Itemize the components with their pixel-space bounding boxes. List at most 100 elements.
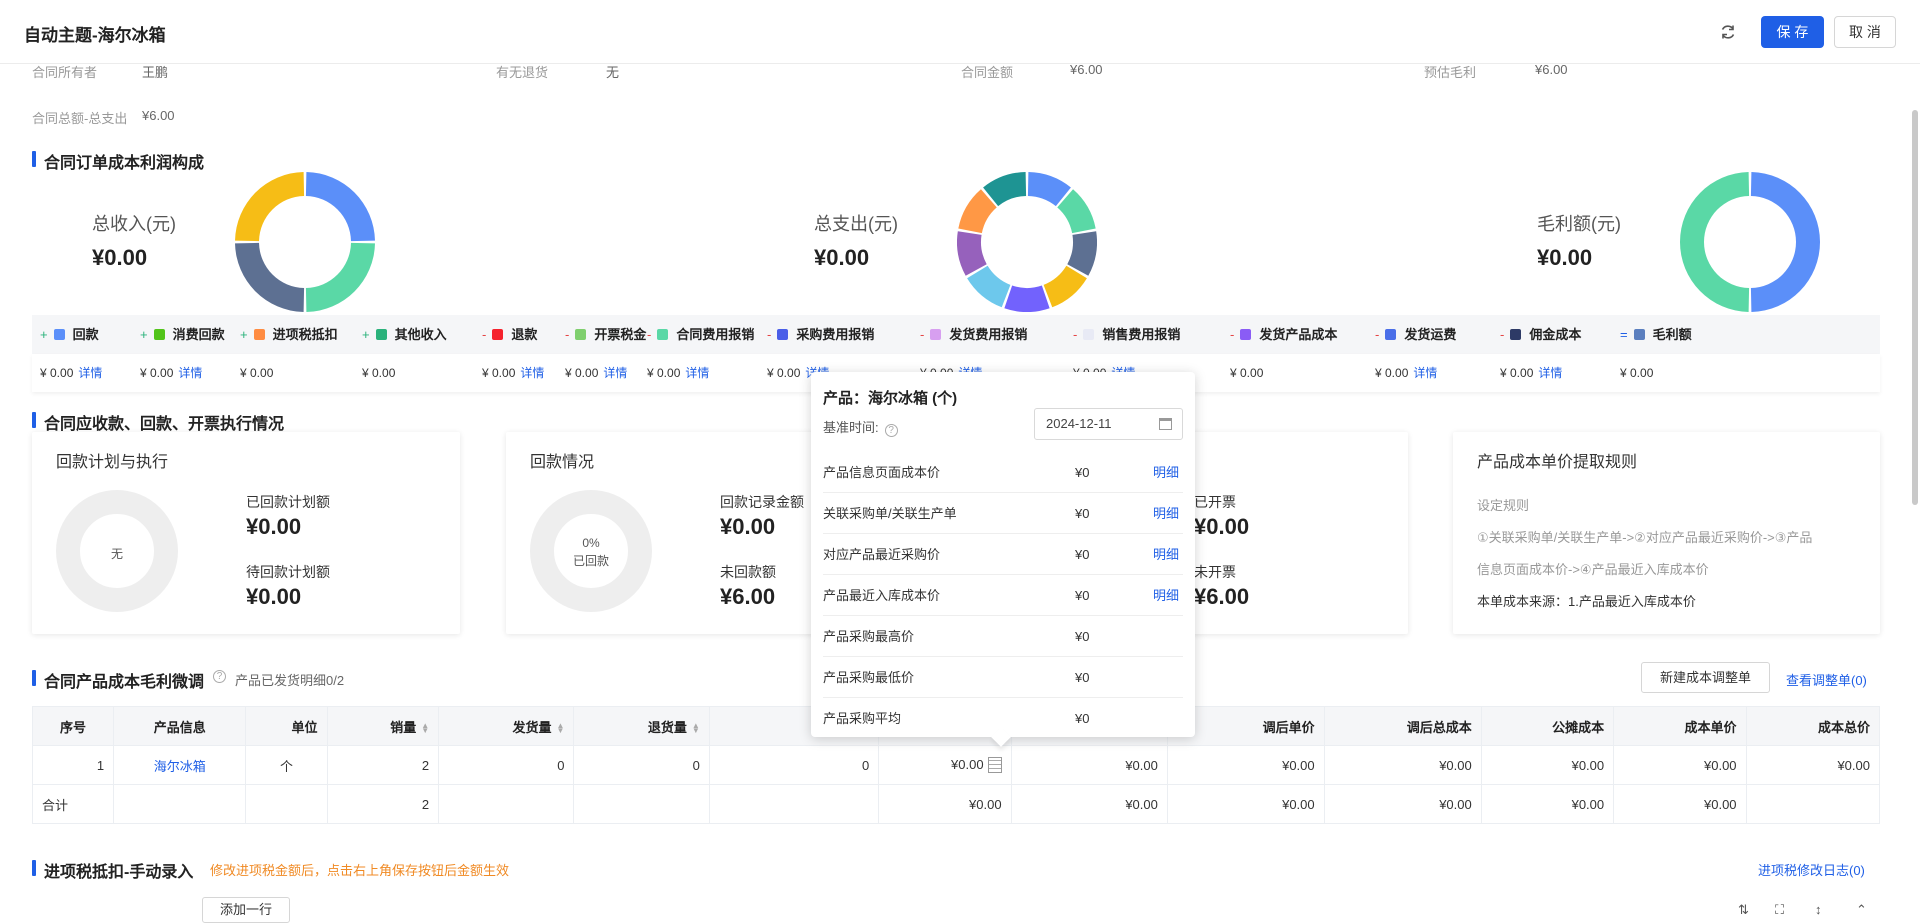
- product-link[interactable]: 海尔冰箱: [154, 759, 206, 774]
- detail-link[interactable]: 详情: [1413, 366, 1437, 380]
- cell-value: ¥0.00: [1571, 757, 1605, 773]
- legend-value-cell: ¥ 0.00 详情: [565, 354, 627, 392]
- legend-operator: -: [767, 327, 772, 342]
- donut-margin-value: ¥0.00: [1537, 245, 1593, 270]
- legend-name: 消费回款: [172, 327, 225, 342]
- popup-price-row: 产品信息页面成本价 ¥0 明细: [823, 452, 1183, 493]
- rules-source: 本单成本来源：1.产品最近入库成本价: [1477, 594, 1696, 609]
- help-icon[interactable]: ?: [213, 670, 226, 683]
- donut-slice: [305, 172, 375, 242]
- legend-operator: -: [1500, 327, 1505, 342]
- card-title: 回款计划与执行: [56, 454, 169, 471]
- legend-item: + 消费回款: [140, 315, 225, 354]
- detail-link[interactable]: 详情: [1538, 366, 1562, 380]
- card-cost-rules: 产品成本单价提取规则 设定规则 ①关联采购单/关联生产单->②对应产品最近采购价…: [1453, 432, 1880, 634]
- date-picker[interactable]: 2024-12-11: [1034, 408, 1183, 440]
- calculator-icon[interactable]: [987, 757, 1002, 774]
- column-header-label: 退货量: [647, 719, 687, 735]
- column-header-label: 发货量: [512, 719, 552, 735]
- legend-swatch: [777, 329, 789, 340]
- detail-link[interactable]: 详情: [603, 366, 627, 380]
- refresh-icon[interactable]: [1719, 23, 1737, 41]
- help-icon[interactable]: ?: [884, 424, 898, 437]
- column-header[interactable]: 发货量 ▲ ▼: [438, 706, 575, 746]
- donut-income-value: ¥0.00: [92, 245, 148, 270]
- legend-operator: -: [1375, 327, 1380, 342]
- amount-label: 合同金额: [961, 65, 1014, 80]
- cell-value: ¥0.00: [951, 756, 984, 772]
- legend-value: ¥ 0.00: [767, 366, 801, 380]
- view-adjust-link[interactable]: 查看调整单(0): [1786, 670, 1867, 689]
- cell-value: 0: [692, 757, 700, 773]
- column-header-label: 调后总成本: [1406, 719, 1472, 735]
- detail-link[interactable]: 明细: [1153, 493, 1179, 534]
- add-row-button[interactable]: 添加一行: [202, 897, 290, 923]
- input-tax-log-link[interactable]: 进项税修改日志(0): [1758, 860, 1865, 879]
- sort-icon[interactable]: ▲ ▼: [692, 722, 700, 735]
- new-cost-adjust-button[interactable]: 新建成本调整单: [1641, 662, 1770, 693]
- legend-item: + 其他收入: [362, 315, 447, 354]
- legend-item: = 毛利额: [1620, 315, 1692, 354]
- detail-link[interactable]: 详情: [78, 366, 102, 380]
- legend-value: ¥ 0.00: [240, 366, 274, 380]
- detail-link[interactable]: 详情: [178, 366, 202, 380]
- legend-operator: -: [920, 327, 925, 342]
- price-value: ¥0: [1075, 711, 1090, 726]
- table-cell: ¥0.00: [878, 784, 1012, 824]
- price-value: ¥0: [1075, 465, 1090, 480]
- owner-value: 王鹏: [142, 65, 169, 80]
- profit-label: 预估毛利: [1424, 65, 1477, 80]
- table-cell: ¥0.00: [878, 745, 1012, 785]
- column-header-label: 序号: [60, 719, 87, 735]
- paid-plan-value: ¥0.00: [246, 514, 302, 539]
- cell-value: ¥0.00: [1282, 796, 1315, 812]
- legend-swatch: [1083, 329, 1095, 340]
- column-header[interactable]: 销量 ▲ ▼: [326, 706, 440, 746]
- column-header[interactable]: 退货量 ▲ ▼: [573, 706, 710, 746]
- paid-plan-label: 已回款计划额: [246, 494, 330, 510]
- legend-swatch: [253, 329, 265, 340]
- legend-value: ¥ 0.00: [140, 366, 174, 380]
- uninvoiced-value: ¥6.00: [1194, 584, 1250, 609]
- sort-icon[interactable]: ▲ ▼: [421, 722, 429, 735]
- legend-operator: -: [565, 327, 570, 342]
- donut-expense-label: 总支出(元): [814, 214, 898, 234]
- payment-record-label: 回款记录金额: [720, 494, 804, 510]
- legend-name: 进项税抵扣: [272, 327, 338, 342]
- detail-link[interactable]: 详情: [685, 366, 709, 380]
- section-title-receivable: 合同应收款、回款、开票执行情况: [32, 410, 284, 434]
- save-button[interactable]: 保 存: [1761, 16, 1824, 48]
- cell-value: ¥0.00: [1282, 757, 1315, 773]
- legend-swatch: [375, 329, 387, 340]
- detail-link[interactable]: 明细: [1153, 534, 1179, 575]
- column-header: 单位: [245, 706, 328, 746]
- card-title: 产品成本单价提取规则: [1477, 454, 1638, 471]
- legend-value: ¥ 0.00: [362, 366, 396, 380]
- legend-value: ¥ 0.00: [565, 366, 599, 380]
- cancel-button[interactable]: 取 消: [1834, 16, 1896, 48]
- sort-icon[interactable]: ▲ ▼: [557, 722, 565, 735]
- legend-name: 其他收入: [394, 327, 447, 342]
- column-header-label: 成本总价: [1817, 719, 1870, 735]
- table-cell: ¥0.00: [1166, 745, 1325, 785]
- table-cell: [113, 784, 247, 824]
- table-cell: 0: [438, 745, 575, 785]
- page-scrollbar[interactable]: [1912, 110, 1918, 505]
- calendar-icon: [1159, 418, 1172, 430]
- detail-link[interactable]: 明细: [1153, 575, 1179, 616]
- legend-value-cell: ¥ 0.00 详情: [140, 354, 202, 392]
- legend-name: 退款: [511, 327, 538, 342]
- price-label: 产品信息页面成本价: [823, 465, 941, 480]
- legend-swatch: [575, 329, 587, 340]
- detail-link[interactable]: 详情: [520, 366, 544, 380]
- legend-item: - 发货产品成本: [1230, 315, 1337, 354]
- donut-slice: [305, 242, 375, 312]
- table-cell: 2: [326, 784, 440, 824]
- expand-icon[interactable]: ↕: [1815, 902, 1822, 917]
- cost-legend-header: + 回款 + 消费回款 + 进项税抵扣 + 其他收入 - 退款 - 开票税金 - 合同费用报销 - 采购费用报…: [32, 315, 1880, 354]
- detail-link[interactable]: 明细: [1153, 452, 1179, 493]
- legend-item: - 销售费用报销: [1073, 315, 1180, 354]
- legend-name: 回款: [72, 327, 99, 342]
- table-cell: ¥0.00: [1010, 745, 1168, 785]
- cell-value: ¥0.00: [1837, 757, 1870, 773]
